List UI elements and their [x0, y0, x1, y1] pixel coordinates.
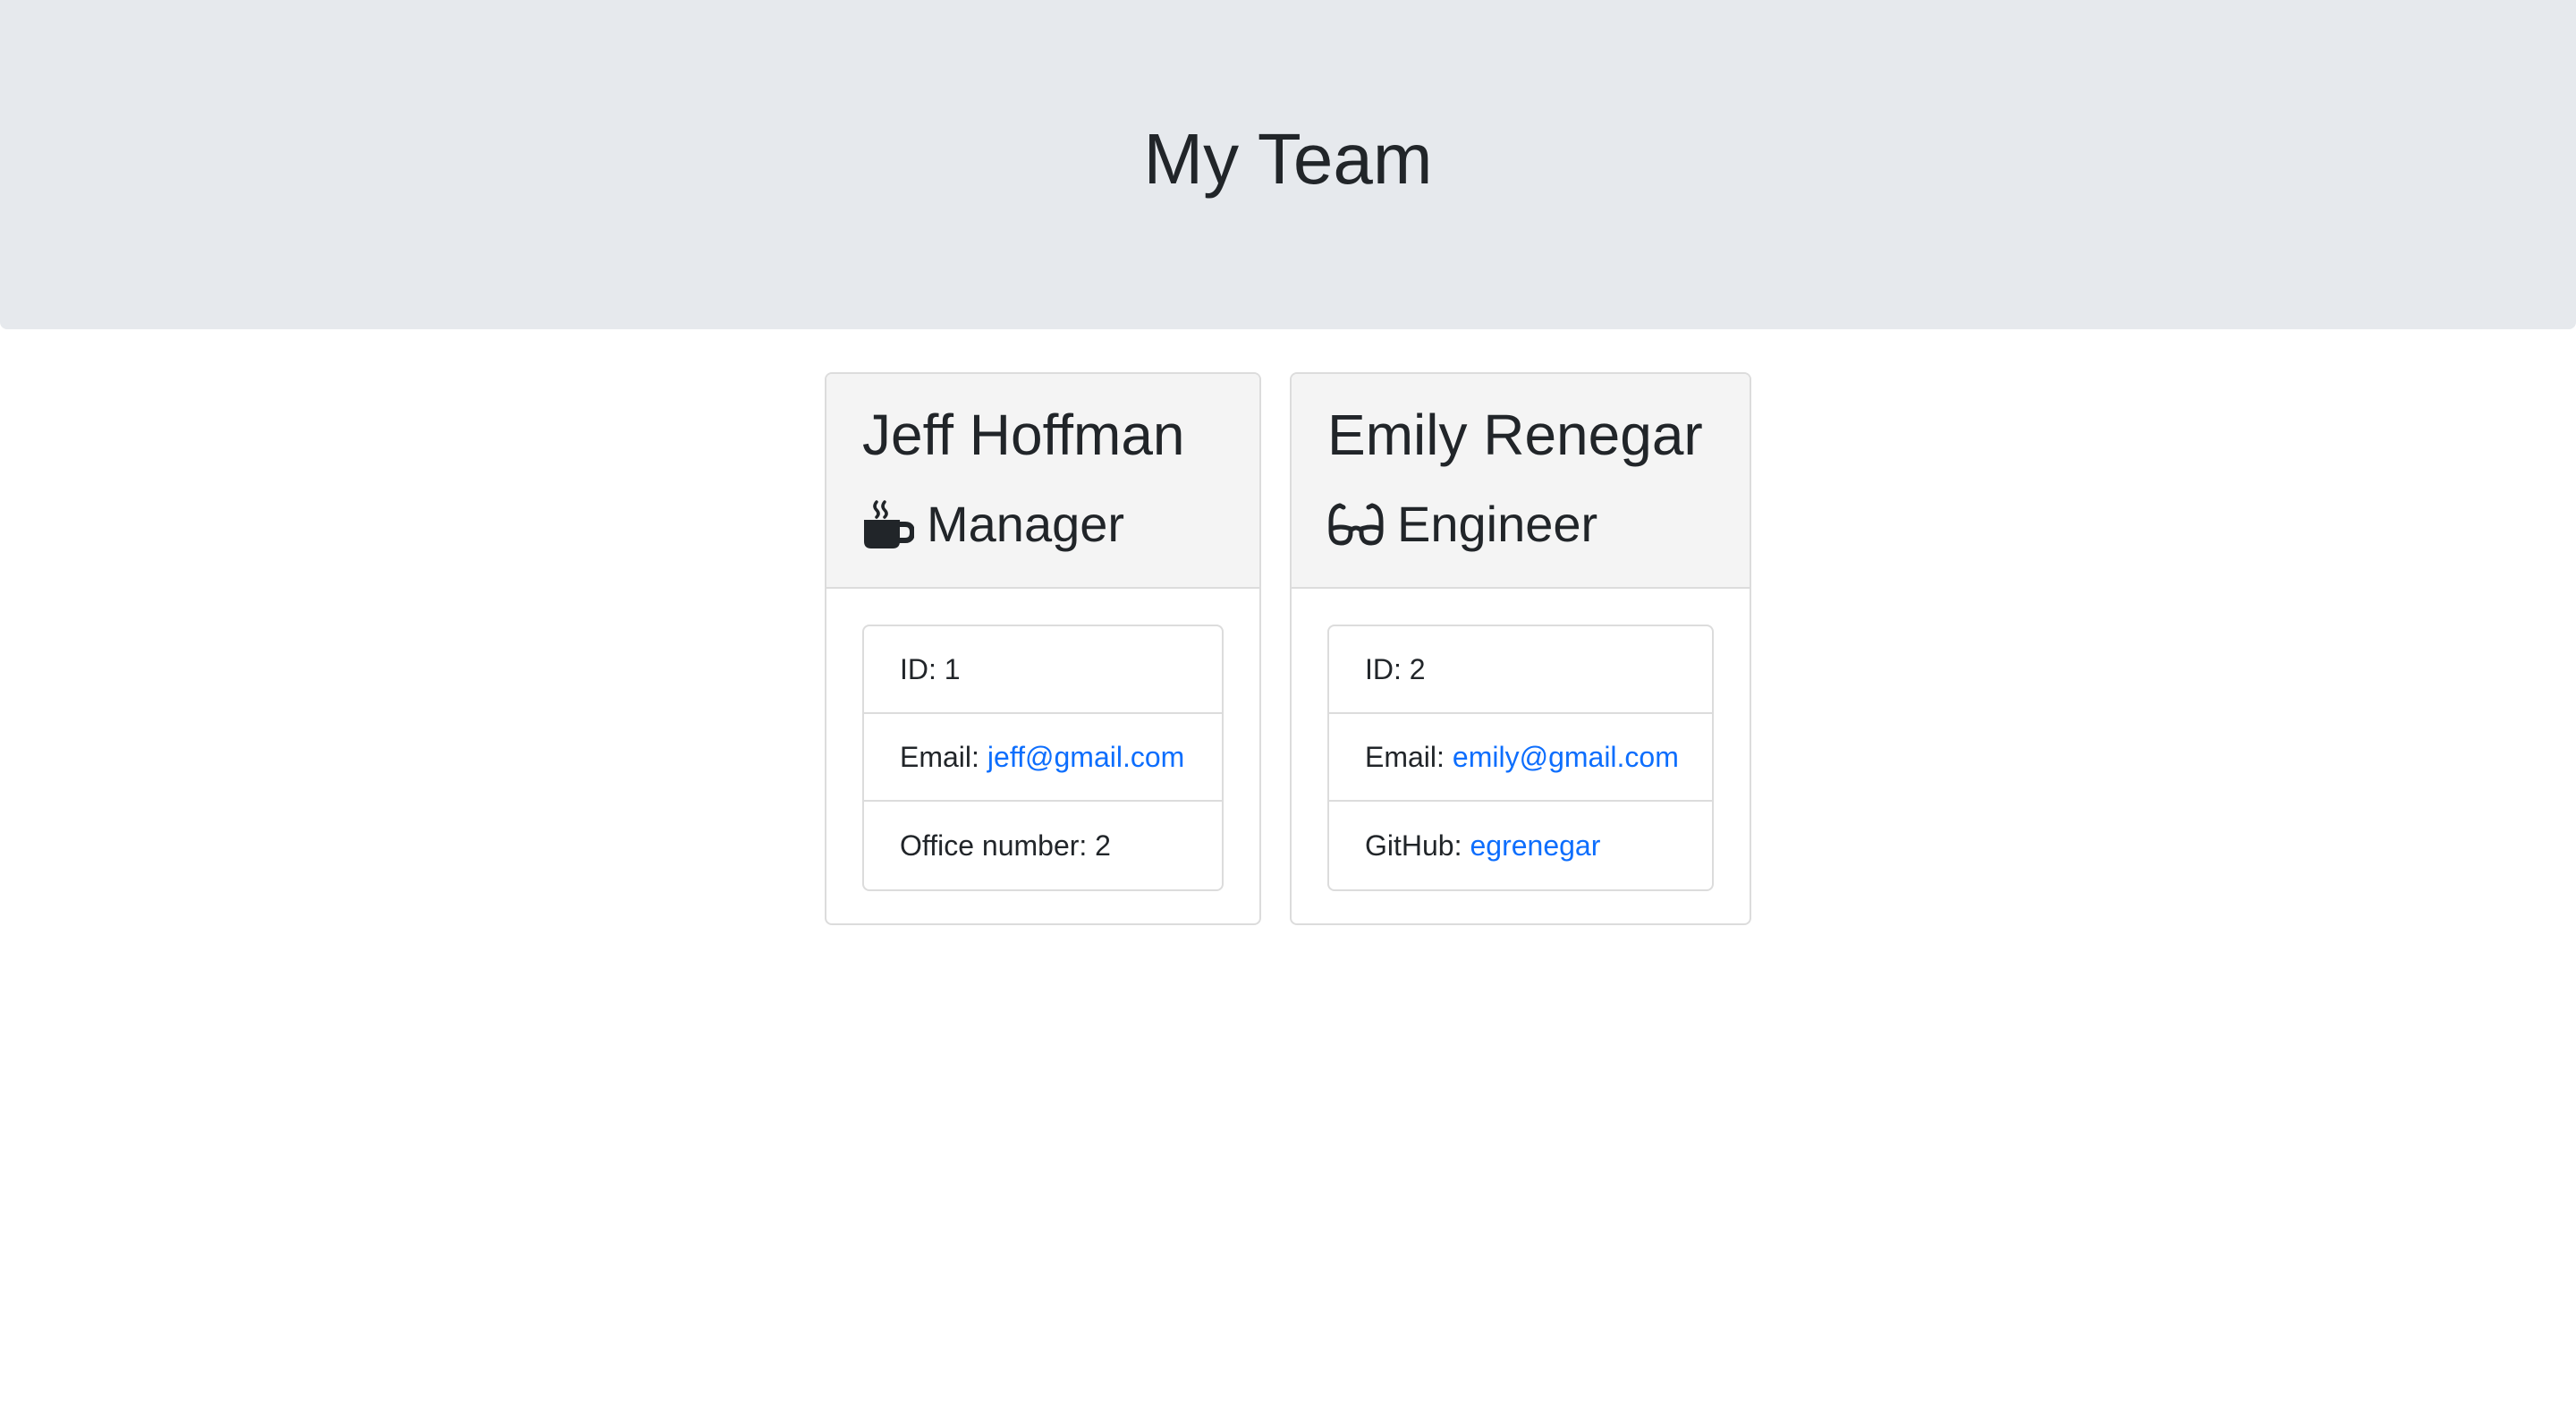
email-label: Email:	[900, 740, 979, 773]
list-item-office-number: Office number: 2	[864, 802, 1222, 889]
list-item-email: Email: emily@gmail.com	[1329, 714, 1712, 802]
glasses-icon	[1327, 500, 1385, 548]
employee-card-manager: Jeff Hoffman Manager ID: 1 Email: jeff@gm…	[825, 372, 1261, 925]
employee-role: Manager	[862, 487, 1124, 562]
mug-hot-icon	[862, 498, 916, 550]
employee-name: Jeff Hoffman	[862, 403, 1185, 467]
id-label: ID:	[900, 652, 936, 685]
list-item-id: ID: 2	[1329, 626, 1712, 714]
github-label: GitHub:	[1365, 829, 1462, 862]
email-link[interactable]: jeff@gmail.com	[987, 741, 1184, 774]
role-label: Engineer	[1397, 496, 1598, 552]
employee-details: ID: 1 Email: jeff@gmail.com Office number…	[862, 625, 1224, 891]
id-value: 2	[1409, 652, 1426, 685]
id-label: ID:	[1365, 652, 1402, 685]
card-header: Emily Renegar Engineer	[1292, 374, 1750, 589]
list-item-github: GitHub: egrenegar	[1329, 802, 1712, 889]
email-link[interactable]: emily@gmail.com	[1453, 741, 1679, 774]
page-title: My Team	[1143, 119, 1433, 199]
list-item-email: Email: jeff@gmail.com	[864, 714, 1222, 802]
office-number-value: 2	[1095, 829, 1111, 862]
list-item-id: ID: 1	[864, 626, 1222, 714]
employee-name: Emily Renegar	[1327, 403, 1703, 467]
email-label: Email:	[1365, 740, 1445, 773]
employee-role: Engineer	[1327, 487, 1597, 562]
office-number-label: Office number:	[900, 829, 1088, 862]
role-label: Manager	[927, 496, 1125, 552]
page-header: My Team	[0, 0, 2576, 329]
github-link[interactable]: egrenegar	[1470, 829, 1600, 863]
employee-details: ID: 2 Email: emily@gmail.com GitHub: egren…	[1327, 625, 1714, 891]
card-header: Jeff Hoffman Manager	[826, 374, 1259, 589]
employee-card-engineer: Emily Renegar Engineer ID: 2 Email: emily…	[1290, 372, 1751, 925]
id-value: 1	[944, 652, 961, 685]
